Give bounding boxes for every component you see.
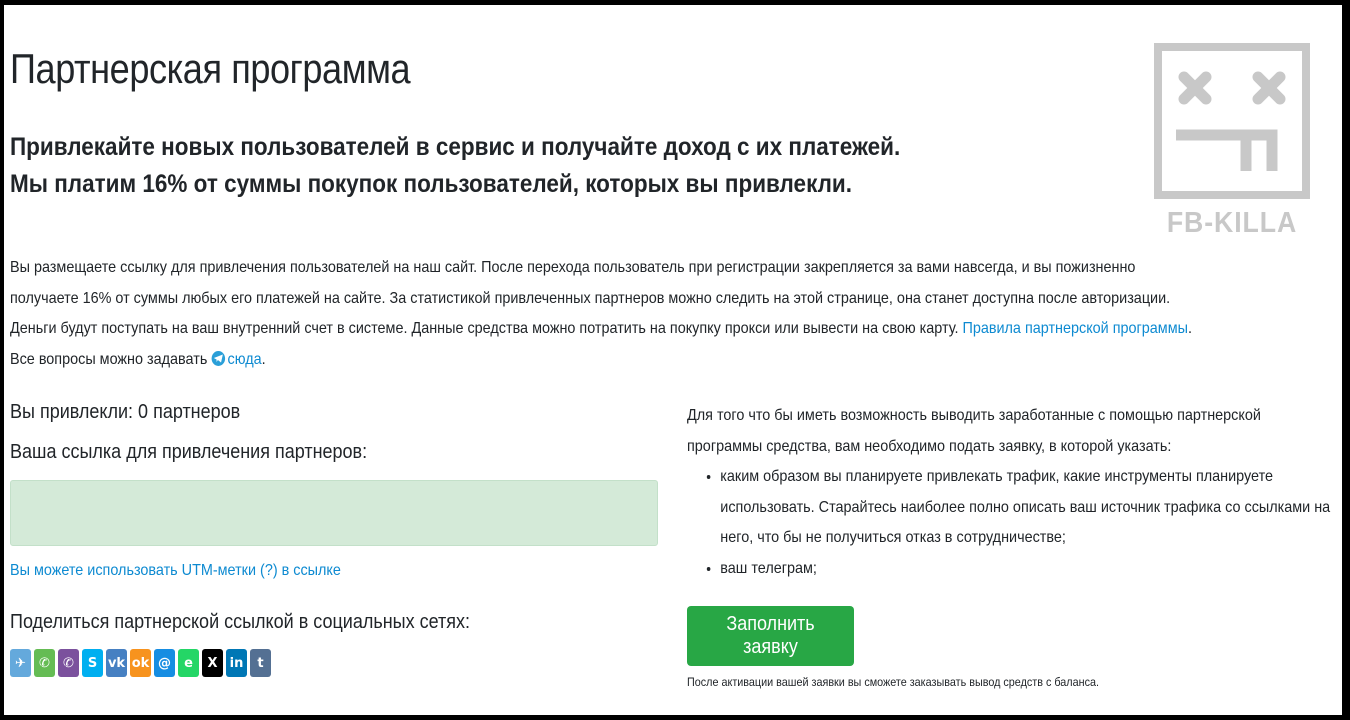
share-label: Поделиться партнерской ссылкой в социаль… <box>10 611 471 633</box>
requirement-item: каким образом вы планируете привлекать т… <box>720 462 1337 554</box>
rules-link[interactable]: Правила партнерской программы <box>962 320 1187 337</box>
logo-text: FB-KILLA <box>1166 207 1298 239</box>
requirement-item: ваш телеграм; <box>720 554 1337 585</box>
skype-share-button[interactable]: S <box>82 649 103 677</box>
vk-icon: vk <box>107 655 126 671</box>
lead-text: Привлекайте новых пользователей в сервис… <box>10 129 900 203</box>
skype-icon: S <box>87 655 98 671</box>
tumblr-share-button[interactable]: t <box>250 649 271 677</box>
telegram-icon: ✈ <box>15 655 26 671</box>
viber-share-button[interactable]: ✆ <box>58 649 79 677</box>
odnoklassniki-share-button[interactable]: ok <box>130 649 151 677</box>
referrals-count: Вы привлекли: 0 партнеров <box>10 401 241 423</box>
application-section: Для того что бы иметь возможность выводи… <box>687 401 1337 689</box>
odnoklassniki-icon: ok <box>131 655 150 671</box>
linkedin-icon: in <box>229 655 244 671</box>
page: Партнерская программа Привлекайте новых … <box>4 5 1342 715</box>
linkedin-share-button[interactable]: in <box>226 649 247 677</box>
program-description: Вы размещаете ссылку для привлечения пол… <box>10 253 1207 375</box>
fill-application-button[interactable]: Заполнить заявку <box>687 606 854 666</box>
contact-link-label: сюда <box>227 350 262 368</box>
logo: FB-KILLA <box>1154 43 1310 239</box>
lead-line-1: Привлекайте новых пользователей в сервис… <box>10 133 901 161</box>
evernote-icon: e <box>184 655 193 671</box>
evernote-share-button[interactable]: e <box>178 649 199 677</box>
telegram-share-button[interactable]: ✈ <box>10 649 31 677</box>
social-share-buttons: ✈ ✆ ✆ Svk ok @ e Xin t <box>10 649 271 677</box>
vk-share-button[interactable]: vk <box>106 649 127 677</box>
contact-link[interactable]: сюда <box>211 350 262 368</box>
utm-hint-link[interactable]: Вы можете использовать UTM-метки (?) в с… <box>10 562 341 580</box>
whatsapp-icon: ✆ <box>39 655 50 671</box>
x-icon: X <box>207 655 218 671</box>
viber-icon: ✆ <box>63 655 74 671</box>
page-title: Партнерская программа <box>10 45 411 92</box>
activation-note: После активации вашей заявки вы сможете … <box>687 675 1099 689</box>
fill-application-label: Заполнить заявку <box>726 613 815 658</box>
application-intro: Для того что бы иметь возможность выводи… <box>687 407 1261 455</box>
requirements-list: каким образом вы планируете привлекать т… <box>687 462 1337 584</box>
logo-mark-icon <box>1154 43 1310 199</box>
x-share-button[interactable]: X <box>202 649 223 677</box>
application-info: Для того что бы иметь возможность выводи… <box>687 401 1337 584</box>
description-end: . <box>261 350 266 368</box>
description-body: Вы размещаете ссылку для привлечения пол… <box>10 259 1192 368</box>
moimir-share-button[interactable]: @ <box>154 649 175 677</box>
referral-link-label: Ваша ссылка для привлечения партнеров: <box>10 441 368 463</box>
whatsapp-share-button[interactable]: ✆ <box>34 649 55 677</box>
telegram-icon <box>211 350 225 366</box>
lead-line-2: Мы платим 16% от суммы покупок пользоват… <box>10 170 852 198</box>
tumblr-icon: t <box>257 655 264 671</box>
referral-link-field[interactable] <box>10 480 658 546</box>
moimir-icon: @ <box>158 655 171 671</box>
